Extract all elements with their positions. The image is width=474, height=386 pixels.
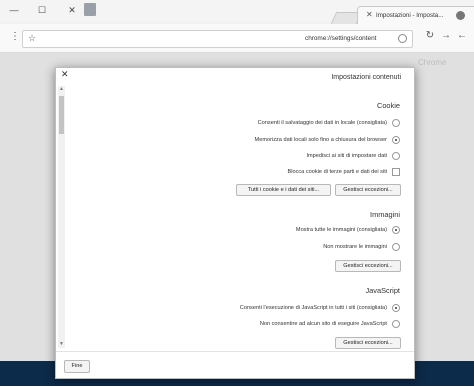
option-label: Non mostrare le immagini [323,244,387,250]
option-label: Blocca cookie di terze parti e dati dei … [287,169,388,175]
bookmark-star-icon[interactable]: ☆ [28,33,36,44]
address-bar[interactable]: ☆ chrome://settings/content [22,30,413,48]
minimize-icon[interactable]: — [6,3,22,17]
profile-avatar[interactable] [84,3,96,16]
scroll-thumb[interactable] [59,96,64,134]
settings-favicon-icon [456,11,465,20]
close-icon[interactable]: ✕ [64,3,80,17]
images-heading: Immagini [370,210,400,219]
cookie-exceptions-button[interactable]: Gestisci eccezioni... [335,184,401,196]
forward-icon[interactable]: → [439,30,453,41]
reload-icon[interactable]: ↻ [423,30,437,41]
dialog-title: Impostazioni contenuti [331,74,401,81]
tab-close-icon[interactable]: ✕ [366,10,373,19]
radio-button[interactable] [392,119,400,127]
radio-button-selected[interactable] [392,304,400,312]
radio-button[interactable] [392,152,400,160]
url-text: chrome://settings/content [305,35,377,42]
radio-button-selected[interactable] [392,136,400,144]
images-exceptions-button[interactable]: Gestisci eccezioni... [335,260,401,272]
option-label: Memorizza dati locali solo fino a chiusu… [254,137,387,143]
scroll-down-arrow-icon[interactable]: ▼ [58,341,65,347]
title-bar: ✕ ☐ — ✕ Impostazioni - Imposta... [0,0,474,26]
footer-divider [56,351,414,352]
tab-settings[interactable]: ✕ Impostazioni - Imposta... [357,6,474,25]
done-button[interactable]: Fine [64,360,90,373]
tab-title: Impostazioni - Imposta... [376,12,444,19]
toolbar: ⋮ ☆ chrome://settings/content ↻ → ← [0,24,474,53]
javascript-exceptions-button[interactable]: Gestisci eccezioni... [335,337,401,349]
chrome-page-icon [398,34,407,43]
back-icon[interactable]: ← [455,30,469,41]
radio-button[interactable] [392,243,400,251]
dialog-scrollbar[interactable]: ▲ ▼ [58,86,65,348]
maximize-icon[interactable]: ☐ [34,3,50,17]
radio-button-selected[interactable] [392,226,400,234]
menu-icon[interactable]: ⋮ [10,31,20,42]
content-settings-dialog: ✕ Impostazioni contenuti ▲ ▼ Cookie Cons… [55,67,415,379]
javascript-heading: JavaScript [365,286,400,295]
checkbox[interactable] [392,168,400,176]
option-label: Consenti l'esecuzione di JavaScript in t… [239,305,387,311]
option-label: Impedisci ai siti di impostare dati [306,153,387,159]
option-label: Mostra tutte le immagini (consigliata) [295,227,387,233]
cookie-heading: Cookie [376,101,400,110]
all-cookies-button[interactable]: Tutti i cookie e i dati dei siti... [236,184,331,196]
option-label: Non consentire ad alcun sito di eseguire… [259,321,387,327]
radio-button[interactable] [392,320,400,328]
dialog-close-icon[interactable]: ✕ [61,69,69,80]
scroll-up-arrow-icon[interactable]: ▲ [58,86,65,92]
option-label: Consenti il salvataggio dei dati in loca… [257,120,387,126]
